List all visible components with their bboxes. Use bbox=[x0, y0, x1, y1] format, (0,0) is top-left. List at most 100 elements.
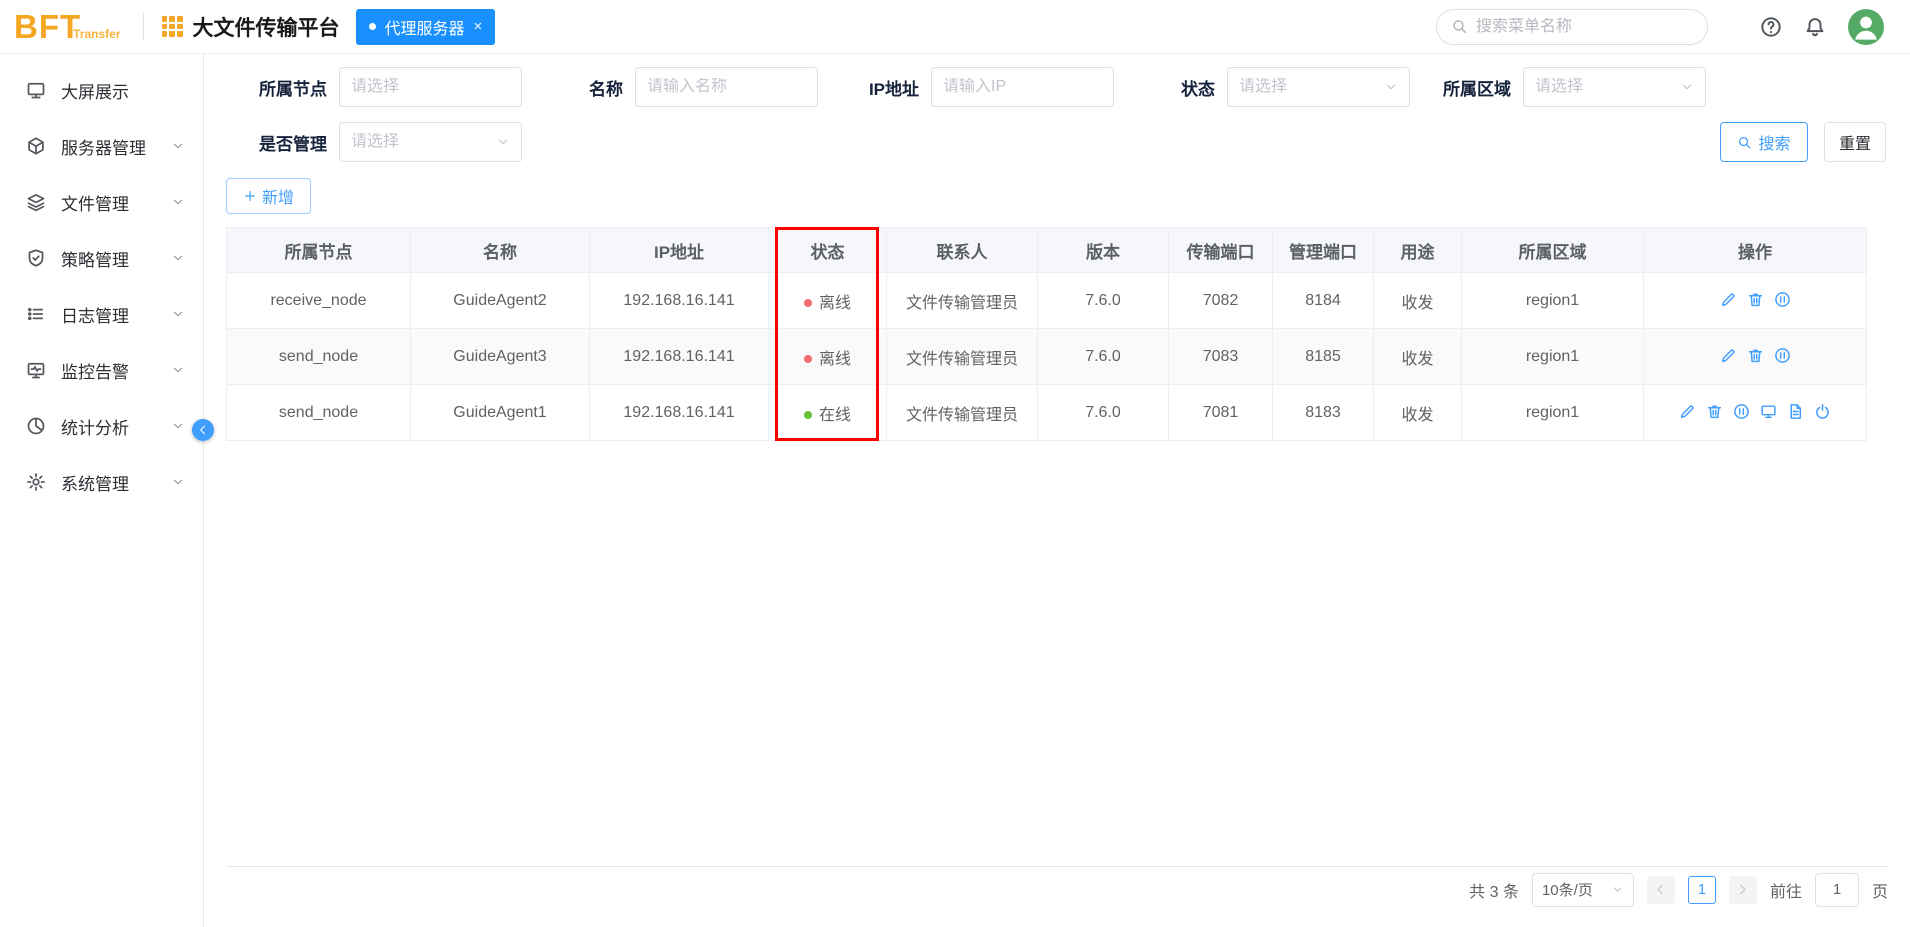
filter-buttons: 搜索 重置 bbox=[1720, 122, 1888, 162]
sidebar-item-4[interactable]: 策略管理 bbox=[0, 230, 203, 286]
help-icon[interactable] bbox=[1760, 16, 1782, 38]
status-text: 离线 bbox=[818, 350, 851, 368]
cell-version: 7.6.0 bbox=[1037, 272, 1169, 329]
goto-label: 前往 bbox=[1769, 883, 1802, 901]
main-content: 所属节点名称IP地址状态所属区域 是否管理 搜索 重置 新增 bbox=[204, 54, 1910, 927]
body-row: 大屏展示服务器管理文件管理策略管理日志管理监控告警统计分析系统管理 所属节点名称… bbox=[0, 54, 1910, 927]
cell-transfer-port: 7082 bbox=[1168, 272, 1273, 329]
edit-button[interactable] bbox=[1715, 291, 1742, 311]
filter-select[interactable] bbox=[339, 67, 522, 107]
screen-icon bbox=[26, 80, 46, 100]
cell-region: region1 bbox=[1461, 272, 1644, 329]
sidebar-item-2[interactable]: 服务器管理 bbox=[0, 118, 203, 174]
prev-page-button[interactable] bbox=[1646, 875, 1675, 904]
delete-button[interactable] bbox=[1742, 291, 1769, 311]
reset-button[interactable]: 重置 bbox=[1824, 122, 1886, 162]
sidebar-item-5[interactable]: 日志管理 bbox=[0, 286, 203, 342]
delete-button[interactable] bbox=[1701, 403, 1728, 423]
sidebar-item-label: 策略管理 bbox=[61, 250, 129, 270]
chevron-left-icon bbox=[197, 424, 209, 436]
tab-proxy-server[interactable]: 代理服务器 × bbox=[355, 8, 496, 45]
power-button[interactable] bbox=[1809, 403, 1836, 423]
filter-field-6: 是否管理 bbox=[226, 122, 522, 162]
offline-dot-icon bbox=[803, 299, 812, 308]
filter-select[interactable] bbox=[1227, 67, 1410, 107]
notifications-bell-icon[interactable] bbox=[1804, 16, 1826, 38]
column-header-11: 操作 bbox=[1643, 227, 1867, 273]
page-title: 大文件传输平台 bbox=[192, 16, 340, 40]
page-unit-label: 页 bbox=[1871, 883, 1888, 901]
edit-button[interactable] bbox=[1674, 403, 1701, 423]
filter-row-2-fields: 是否管理 bbox=[226, 122, 522, 162]
sidebar-collapse-button[interactable] bbox=[192, 419, 214, 441]
filter-control-input[interactable] bbox=[647, 78, 806, 96]
cell-actions bbox=[1643, 328, 1867, 385]
filter-select[interactable] bbox=[1523, 67, 1706, 107]
menu-search-input[interactable] bbox=[1476, 17, 1693, 36]
monitor-button[interactable] bbox=[1755, 403, 1782, 423]
add-button[interactable]: 新增 bbox=[226, 178, 312, 214]
pause-button[interactable] bbox=[1728, 403, 1755, 423]
cell-contact: 文件传输管理员 bbox=[886, 272, 1038, 329]
filter-control-input[interactable] bbox=[351, 78, 510, 96]
total-count-text: 共 3 条 bbox=[1469, 883, 1519, 901]
filter-control-input[interactable] bbox=[943, 78, 1102, 96]
sidebar-item-label: 系统管理 bbox=[61, 474, 129, 494]
sidebar-nav: 大屏展示服务器管理文件管理策略管理日志管理 监控告警 统计分析系统管理 bbox=[0, 54, 214, 927]
table-row-3: send_node GuideAgent1 192.168.16.141 在线 文件传输… bbox=[226, 384, 1867, 441]
cell-manage-port: 8183 bbox=[1272, 384, 1374, 441]
sidebar-item-8[interactable]: 系统管理 bbox=[0, 454, 203, 510]
filter-control-input[interactable] bbox=[1239, 78, 1384, 96]
top-header: BFT Transfer 大文件传输平台 代理服务器 × bbox=[0, 0, 1910, 54]
delete-button[interactable] bbox=[1742, 347, 1769, 367]
cell-transfer-port: 7081 bbox=[1168, 384, 1273, 441]
sidebar-item-3[interactable]: 文件管理 bbox=[0, 174, 203, 230]
next-page-button[interactable] bbox=[1728, 875, 1757, 904]
cell-name: GuideAgent2 bbox=[410, 272, 590, 329]
files-icon bbox=[26, 192, 46, 212]
sidebar-item-label: 服务器管理 bbox=[61, 138, 146, 158]
pause-button[interactable] bbox=[1769, 347, 1796, 367]
filter-control-input[interactable] bbox=[351, 133, 496, 151]
cell-ip: 192.168.16.141 bbox=[589, 272, 769, 329]
column-header-1: 所属节点 bbox=[226, 227, 411, 273]
policy-icon bbox=[26, 248, 46, 268]
server-icon bbox=[26, 136, 46, 156]
user-avatar[interactable] bbox=[1848, 8, 1884, 45]
sidebar-item-label: 大屏展示 bbox=[61, 82, 129, 102]
tab-close-icon[interactable]: × bbox=[474, 18, 483, 35]
doc-button[interactable] bbox=[1782, 403, 1809, 423]
sidebar-item-7[interactable]: 统计分析 bbox=[0, 398, 203, 454]
goto-page-input[interactable] bbox=[1814, 872, 1859, 907]
filter-input[interactable] bbox=[635, 67, 818, 107]
pause-button[interactable] bbox=[1769, 291, 1796, 311]
filter-select[interactable] bbox=[339, 122, 522, 162]
filter-input[interactable] bbox=[931, 67, 1114, 107]
search-button[interactable]: 搜索 bbox=[1720, 122, 1808, 162]
filter-field-1: 所属节点 bbox=[226, 67, 522, 107]
sidebar-item-6[interactable]: 监控告警 bbox=[0, 342, 203, 398]
page-size-select[interactable]: 10条/页 bbox=[1531, 872, 1634, 907]
stats-icon bbox=[26, 416, 46, 436]
reset-button-label: 重置 bbox=[1838, 136, 1871, 153]
alert-icon bbox=[26, 360, 46, 380]
agents-table: 所属节点 名称 IP地址 状态 联系人 版本 传输端口 管理端口 用途 所属区域 操作 receiv… bbox=[226, 227, 1867, 441]
plus-icon bbox=[243, 189, 257, 203]
search-icon bbox=[1737, 135, 1752, 150]
sidebar-item-1[interactable]: 大屏展示 bbox=[0, 62, 203, 118]
brand-logo-subtext: Transfer bbox=[73, 27, 121, 41]
cell-contact: 文件传输管理员 bbox=[886, 384, 1038, 441]
cell-usage: 收发 bbox=[1373, 272, 1462, 329]
cell-status: 离线 bbox=[768, 328, 887, 385]
page-number-button[interactable]: 1 bbox=[1687, 875, 1716, 904]
filter-control-input[interactable] bbox=[1535, 78, 1680, 96]
agents-table-wrap: 所属节点 名称 IP地址 状态 联系人 版本 传输端口 管理端口 用途 所属区域 操作 receiv… bbox=[226, 227, 1867, 441]
cell-manage-port: 8185 bbox=[1272, 328, 1374, 385]
filter-label: 所属节点 bbox=[259, 79, 327, 99]
edit-button[interactable] bbox=[1715, 347, 1742, 367]
chevron-down-icon bbox=[171, 307, 185, 321]
cell-transfer-port: 7083 bbox=[1168, 328, 1273, 385]
column-header-2: 名称 bbox=[410, 227, 590, 273]
cell-region: region1 bbox=[1461, 328, 1644, 385]
column-header-3: IP地址 bbox=[589, 227, 769, 273]
